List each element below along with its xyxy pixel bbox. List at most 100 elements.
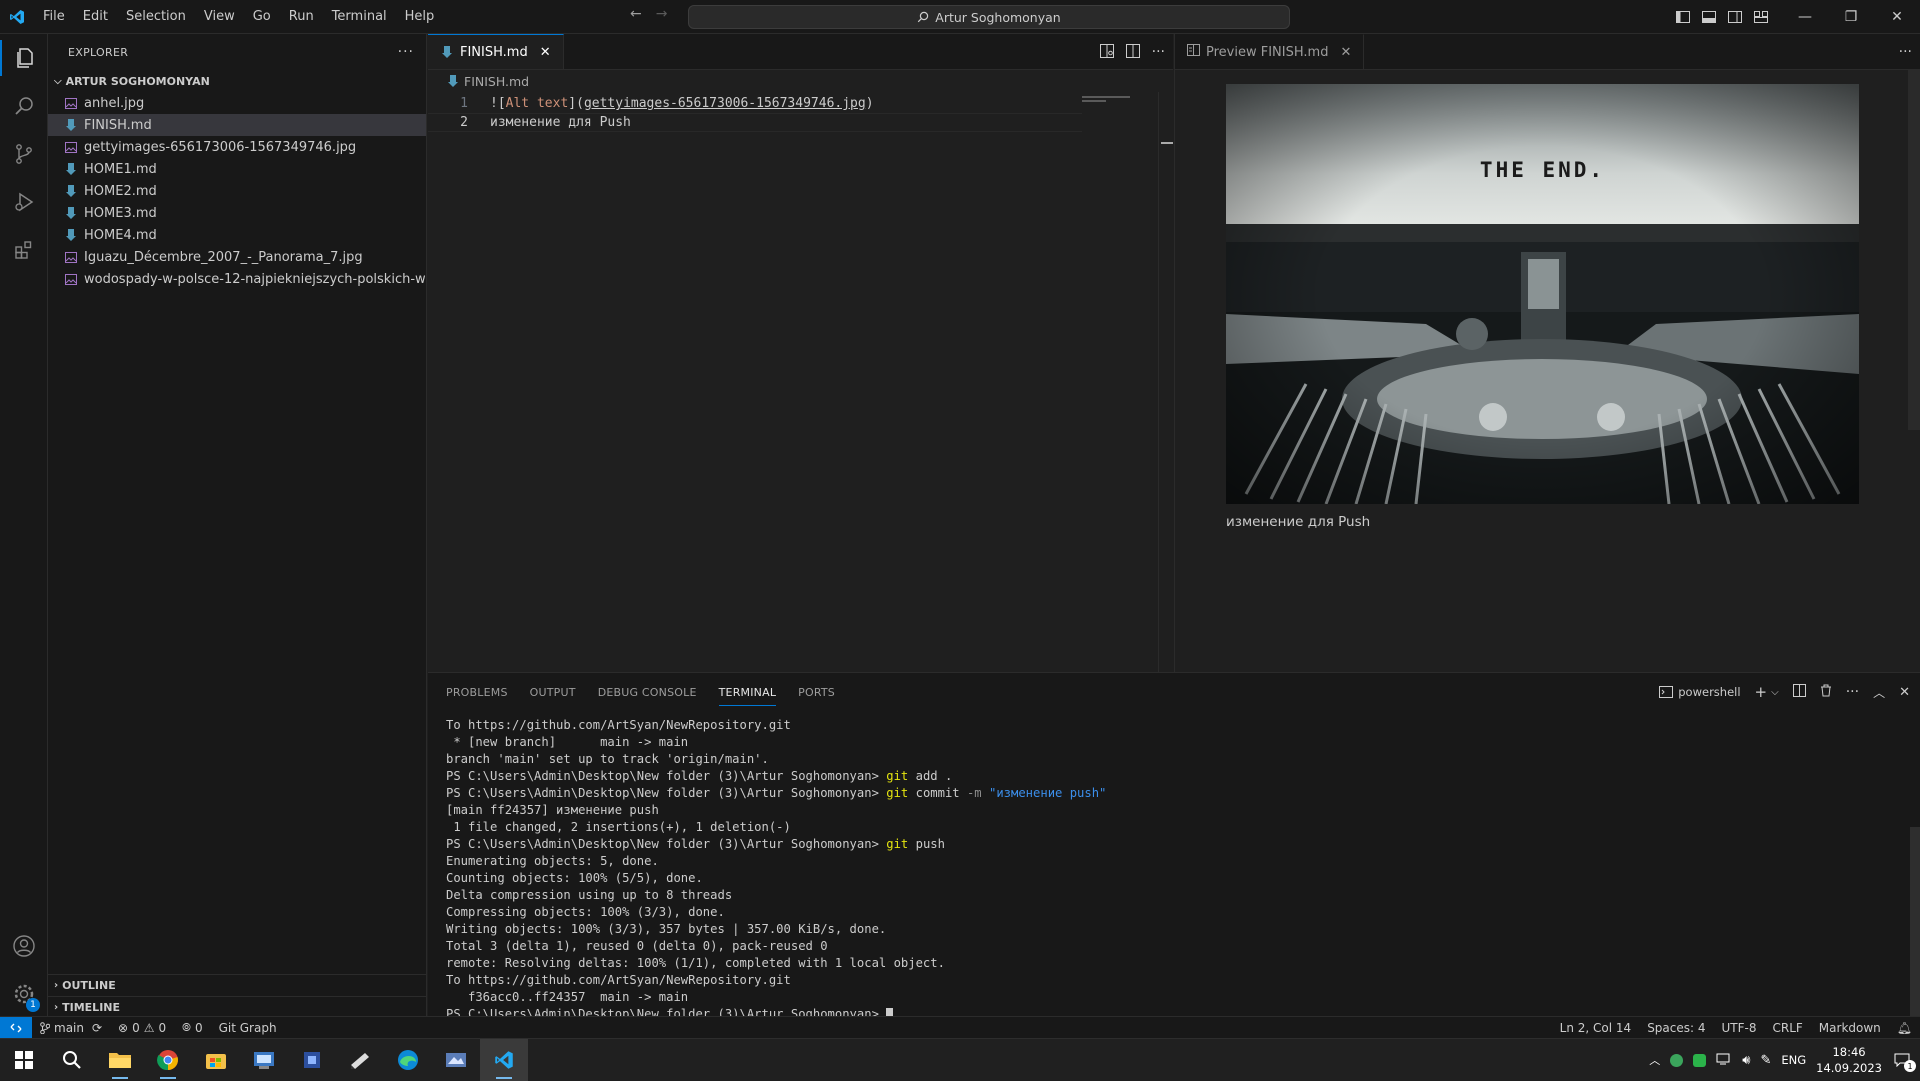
code-area[interactable]: 1 ![Alt text](gettyimages-656173006-15673…: [428, 92, 1173, 132]
editor-scrollbar[interactable]: [1158, 92, 1173, 672]
command-center-search[interactable]: Artur Soghomonyan: [688, 5, 1290, 29]
close-window-icon[interactable]: ✕: [1874, 0, 1920, 34]
line-ending[interactable]: CRLF: [1764, 1021, 1810, 1035]
close-panel-icon[interactable]: ✕: [1899, 685, 1910, 700]
editor-more-actions-icon[interactable]: ···: [1152, 44, 1165, 60]
file-item[interactable]: HOME3.md: [48, 202, 426, 224]
menu-item-go[interactable]: Go: [244, 0, 280, 34]
tab-finish-md[interactable]: FINISH.md ✕: [428, 34, 564, 69]
menu-item-view[interactable]: View: [195, 0, 244, 34]
code-line[interactable]: 2 изменение для Push: [428, 113, 1082, 132]
windows-start-icon[interactable]: [0, 1039, 48, 1081]
chevron-down-icon[interactable]: ⌵: [1771, 687, 1779, 698]
split-editor-icon[interactable]: [1125, 43, 1140, 62]
problems-indicator[interactable]: ⊗ 0 ⚠ 0: [110, 1021, 174, 1035]
app-icon-3[interactable]: [336, 1039, 384, 1081]
branch-indicator[interactable]: main ⟳: [32, 1021, 110, 1035]
terminal-output[interactable]: To https://github.com/ArtSyan/NewReposit…: [446, 717, 1106, 1023]
app-icon-4[interactable]: [432, 1039, 480, 1081]
file-item[interactable]: FINISH.md: [48, 114, 426, 136]
panel-tab-ports[interactable]: PORTS: [798, 686, 835, 699]
menu-item-help[interactable]: Help: [396, 0, 444, 34]
volume-icon[interactable]: 🔊︎: [1742, 1053, 1750, 1068]
file-item[interactable]: HOME1.md: [48, 158, 426, 180]
explorer-icon[interactable]: [0, 34, 48, 82]
panel-tab-problems[interactable]: PROBLEMS: [446, 686, 508, 699]
clock[interactable]: 18:46 14.09.2023: [1816, 1044, 1882, 1076]
menu-item-edit[interactable]: Edit: [74, 0, 117, 34]
file-item[interactable]: wodospady-w-polsce-12-najpiekniejszych-p…: [48, 268, 426, 290]
code-line[interactable]: 1 ![Alt text](gettyimages-656173006-15673…: [428, 94, 1173, 113]
edge-icon[interactable]: [384, 1039, 432, 1081]
maximize-panel-icon[interactable]: ︿: [1873, 684, 1885, 701]
terminal-shell-selector[interactable]: powershell: [1659, 685, 1741, 699]
tab-preview-finish-md[interactable]: Preview FINISH.md ✕: [1175, 34, 1365, 69]
menu-item-terminal[interactable]: Terminal: [323, 0, 396, 34]
toggle-panel-icon[interactable]: [1696, 0, 1722, 34]
menu-item-selection[interactable]: Selection: [117, 0, 195, 34]
accounts-icon[interactable]: [0, 922, 48, 970]
customize-layout-icon[interactable]: [1748, 0, 1774, 34]
show-hidden-icons-icon[interactable]: ︿: [1649, 1052, 1660, 1068]
split-terminal-icon[interactable]: [1792, 684, 1806, 700]
forward-arrow-icon[interactable]: →: [656, 6, 668, 22]
panel-tab-debug-console[interactable]: DEBUG CONSOLE: [598, 686, 697, 699]
panel-tab-output[interactable]: OUTPUT: [530, 686, 576, 699]
microsoft-store-icon[interactable]: [192, 1039, 240, 1081]
language-mode[interactable]: Markdown: [1811, 1021, 1889, 1035]
terminal-scrollbar[interactable]: [1910, 827, 1920, 1017]
source-control-icon[interactable]: [0, 130, 48, 178]
minimize-icon[interactable]: —: [1782, 0, 1828, 34]
vscode-taskbar-icon[interactable]: [480, 1038, 528, 1081]
file-item[interactable]: HOME2.md: [48, 180, 426, 202]
extensions-icon[interactable]: [0, 226, 48, 274]
indentation[interactable]: Spaces: 4: [1639, 1021, 1713, 1035]
file-item[interactable]: gettyimages-656173006-1567349746.jpg: [48, 136, 426, 158]
remote-indicator-icon[interactable]: [0, 1016, 32, 1039]
back-arrow-icon[interactable]: ←: [630, 6, 642, 22]
file-item[interactable]: HOME4.md: [48, 224, 426, 246]
ports-indicator[interactable]: ⦾ 0: [174, 1021, 210, 1035]
app-icon-1[interactable]: [240, 1039, 288, 1081]
encoding[interactable]: UTF-8: [1714, 1021, 1765, 1035]
toggle-primary-sidebar-icon[interactable]: [1670, 0, 1696, 34]
new-terminal-plus-icon[interactable]: +: [1755, 683, 1768, 701]
manage-gear-icon[interactable]: 1: [0, 970, 48, 1018]
file-explorer-icon[interactable]: [96, 1039, 144, 1081]
pen-icon[interactable]: ✎: [1760, 1053, 1771, 1068]
chrome-icon[interactable]: [144, 1039, 192, 1081]
tray-app-icon-green[interactable]: [1670, 1053, 1684, 1067]
panel-tab-terminal[interactable]: TERMINAL: [718, 686, 777, 706]
open-preview-side-icon[interactable]: [1099, 43, 1114, 62]
app-icon-2[interactable]: [288, 1039, 336, 1081]
cursor-position[interactable]: Ln 2, Col 14: [1552, 1021, 1640, 1035]
toggle-secondary-sidebar-icon[interactable]: [1722, 0, 1748, 34]
file-item[interactable]: Iguazu_Décembre_2007_-_Panorama_7.jpg: [48, 246, 426, 268]
input-language[interactable]: ENG: [1781, 1053, 1806, 1067]
search-view-icon[interactable]: [0, 82, 48, 130]
timeline-section[interactable]: › TIMELINE: [48, 996, 427, 1018]
sync-icon[interactable]: ⟳: [92, 1021, 102, 1035]
taskbar-search-icon[interactable]: [48, 1039, 96, 1081]
run-debug-icon[interactable]: [0, 178, 48, 226]
git-graph-button[interactable]: Git Graph: [211, 1021, 285, 1035]
preview-more-actions-icon[interactable]: ···: [1899, 44, 1912, 60]
notifications-bell-icon[interactable]: 🔔︎: [1889, 1021, 1920, 1035]
preview-scrollbar[interactable]: [1908, 70, 1920, 430]
menu-item-run[interactable]: Run: [280, 0, 323, 34]
trash-icon[interactable]: [1820, 684, 1832, 700]
restore-icon[interactable]: ❐: [1828, 0, 1874, 34]
outline-section[interactable]: › OUTLINE: [48, 974, 427, 996]
menu-item-file[interactable]: File: [34, 0, 74, 34]
close-tab-icon[interactable]: ✕: [1340, 45, 1351, 60]
more-actions-icon[interactable]: ···: [398, 44, 414, 60]
close-tab-icon[interactable]: ✕: [540, 45, 551, 60]
workspace-folder[interactable]: ⌵ ARTUR SOGHOMONYAN: [48, 70, 426, 92]
minimap[interactable]: [1082, 92, 1152, 112]
network-icon[interactable]: [1716, 1053, 1732, 1068]
notification-center-icon[interactable]: 1: [1892, 1050, 1916, 1072]
tray-shield-icon[interactable]: [1693, 1053, 1707, 1067]
panel-more-actions-icon[interactable]: ···: [1846, 684, 1859, 700]
breadcrumb[interactable]: FINISH.md: [428, 70, 1173, 92]
file-item[interactable]: anhel.jpg: [48, 92, 426, 114]
